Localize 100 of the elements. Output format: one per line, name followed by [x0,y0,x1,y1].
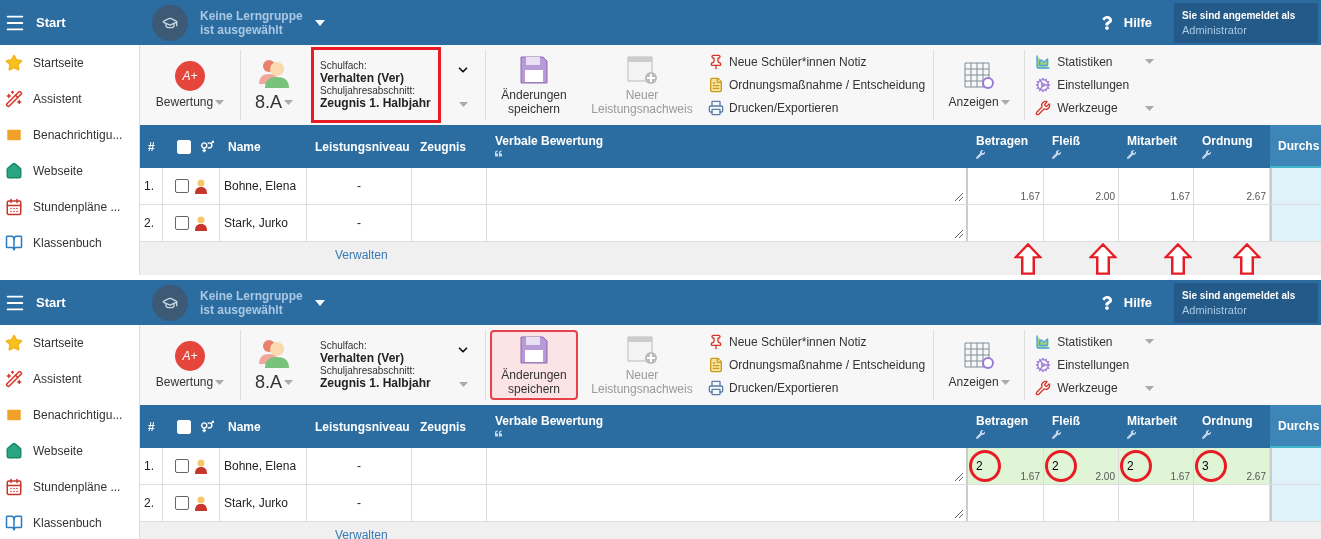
subject-selector[interactable]: Schulfach: Verhalten (Ver) Schuljahresabschnitt: Zeugnis 1. Halbjahr [311,327,441,403]
book-icon [5,234,23,252]
grade-value: 2 [1127,459,1134,473]
document-icon [708,357,724,373]
grade-field[interactable]: 2 1.67 [968,448,1044,484]
caret-icon [1145,59,1155,65]
toolbar-action[interactable]: Drucken/Exportieren [708,100,926,117]
sidebar-item[interactable]: Klassenbuch [0,225,139,261]
house-icon [5,442,23,460]
gender-icon [201,140,214,153]
toolbar-action[interactable]: Neue Schüler*innen Notiz [708,333,926,350]
start-menu-button[interactable]: Start [0,291,140,314]
column-header: Ordnung [1202,414,1254,428]
house-icon [5,162,23,180]
grade-field[interactable]: 2 2.00 [1044,448,1119,484]
column-header: Betragen [976,134,1029,148]
student-icon [195,215,207,231]
sidebar-item[interactable]: Benachrichtigu... [0,397,139,433]
save-changes-button[interactable]: Änderungen speichern [490,50,578,120]
grade-average: 1.67 [1170,191,1190,202]
sidebar-item[interactable]: Benachrichtigu... [0,117,139,153]
resize-handle-icon [955,230,963,238]
sidebar-item[interactable]: Startseite [0,45,139,81]
help-button[interactable]: Hilfe [1099,295,1152,310]
manage-link[interactable]: Verwalten [335,248,388,262]
sidebar-item[interactable]: Klassenbuch [0,505,139,539]
caret-icon [1145,385,1155,391]
login-label: Sie sind angemeldet als [1182,8,1297,23]
row-checkbox[interactable] [175,459,189,473]
class-dropdown[interactable]: 8.A [255,91,293,113]
sidebar-item[interactable]: Startseite [0,325,139,361]
sidebar-item[interactable]: Assistent [0,361,139,397]
wrench-icon [1202,150,1211,159]
save-changes-button[interactable]: Änderungen speichern [490,330,578,400]
toolbar-menu-item[interactable]: Statistiken [1035,53,1166,70]
row-checkbox[interactable] [175,496,189,510]
grade-average: 2.00 [1095,191,1115,202]
subject-selector[interactable]: Schulfach: Verhalten (Ver) Schuljahresabschnitt: Zeugnis 1. Halbjahr [311,47,441,123]
wrench-icon [1202,430,1211,439]
start-menu-button[interactable]: Start [0,11,140,34]
wrench-icon [976,430,985,439]
resize-handle-icon [955,510,963,518]
toolbar-menu-item[interactable]: Statistiken [1035,333,1166,350]
caret-icon [284,99,293,105]
grade-field[interactable]: 3 2.67 [1194,448,1270,484]
grading-dropdown[interactable]: Bewertung [155,95,225,109]
star-icon [5,334,23,352]
caret-icon [314,299,325,306]
sidebar-item[interactable]: Webseite [0,433,139,469]
user-name: Administrator [1182,302,1248,318]
table-cell: - [357,216,361,230]
area-chart-icon [1035,333,1052,350]
manage-link[interactable]: Verwalten [335,528,388,539]
column-header: Durchs [1278,138,1321,153]
column-header: Fleiß [1052,414,1081,428]
caret-icon [314,19,325,26]
sidebar-item[interactable]: Assistent [0,81,139,117]
toolbar-menu-item[interactable]: Einstellungen [1035,77,1166,93]
row-number: 2. [144,496,154,510]
column-header: Name [228,419,262,434]
view-dropdown[interactable]: Anzeigen [948,95,1010,109]
wrench-icon [1035,100,1052,117]
view-dropdown[interactable]: Anzeigen [948,375,1010,389]
pin-icon [708,53,724,70]
gears-icon [1035,357,1052,373]
grade-average: 1.67 [1020,471,1040,482]
calendar-plus-icon [626,54,658,85]
quote-icon [495,150,502,157]
caret-icon [215,99,225,105]
wrench-icon [1127,150,1136,159]
select-all-checkbox[interactable] [177,139,191,154]
column-header: Ordnung [1202,134,1254,148]
row-checkbox[interactable] [175,216,189,230]
grid-gear-icon [963,61,996,91]
toolbar-menu-item[interactable]: Einstellungen [1035,357,1166,373]
column-header: Leistungsniveau [315,139,411,154]
help-button[interactable]: Hilfe [1099,15,1152,30]
select-all-checkbox[interactable] [177,419,191,434]
toolbar-action[interactable]: Drucken/Exportieren [708,380,926,397]
sidebar-item[interactable]: Stundenpläne ... [0,189,139,225]
grading-dropdown[interactable]: Bewertung [155,375,225,389]
toolbar-action[interactable]: Ordnungsmaßnahme / Entscheidung [708,77,926,93]
magic-wand-icon [5,370,23,388]
toolbar-action[interactable]: Ordnungsmaßnahme / Entscheidung [708,357,926,373]
column-header: Verbale Bewertung [495,414,605,428]
people-icon [257,337,291,368]
grade-value: 3 [1202,459,1209,473]
user-name: Administrator [1182,22,1248,38]
grade-field[interactable]: 2 1.67 [1119,448,1194,484]
row-checkbox[interactable] [175,179,189,193]
toolbar-menu-item[interactable]: Werkzeuge [1035,100,1166,117]
toolbar-menu-item[interactable]: Werkzeuge [1035,380,1166,397]
star-icon [5,54,23,72]
wrench-icon [976,150,985,159]
class-dropdown[interactable]: 8.A [255,371,293,393]
sidebar-item[interactable]: Stundenpläne ... [0,469,139,505]
grade-badge-icon: A+ [175,341,205,371]
column-header: Verbale Bewertung [495,134,605,148]
toolbar-action[interactable]: Neue Schüler*innen Notiz [708,53,926,70]
sidebar-item[interactable]: Webseite [0,153,139,189]
